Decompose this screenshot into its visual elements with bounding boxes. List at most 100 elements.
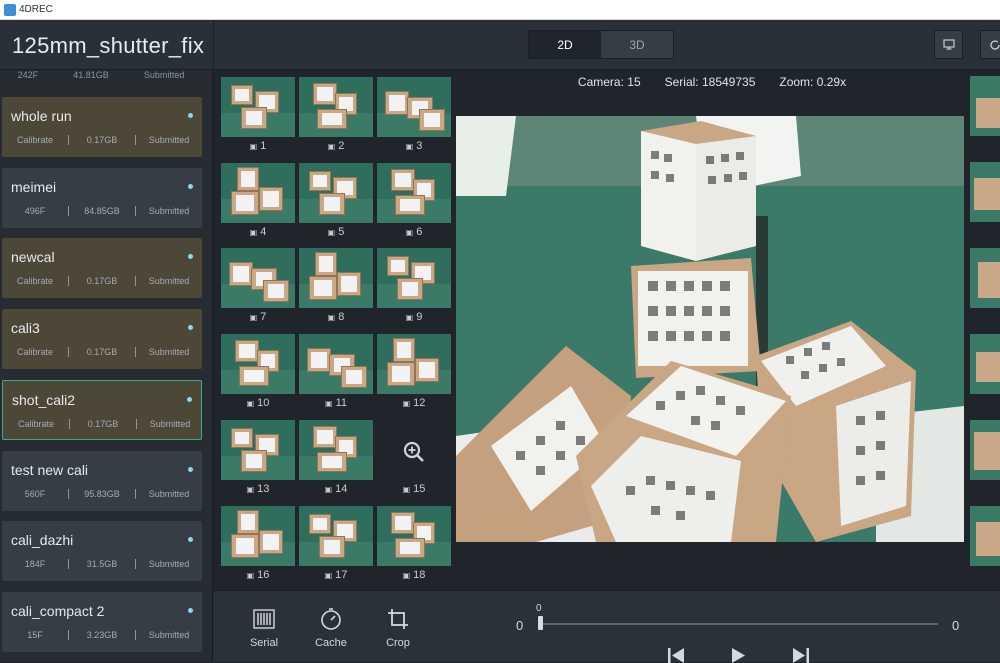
shot-stats: Calibrate0.17GBSubmitted (2, 347, 202, 357)
mode-2d-button[interactable]: 2D (529, 31, 601, 58)
camera-number-label: 6 (416, 226, 422, 238)
camera-thumbnail[interactable] (299, 77, 373, 137)
camera-label: ▣9 (377, 311, 451, 323)
window-titlebar: 4DREC (0, 0, 1000, 20)
calibration-cube (337, 272, 361, 296)
shot-card-newcal[interactable]: newcal Calibrate0.17GBSubmitted (2, 238, 202, 298)
shot-frames: 560F (2, 489, 68, 499)
status-dot (188, 467, 193, 472)
camera-label: ▣15 (377, 483, 451, 495)
camera-label: ▣7 (221, 311, 295, 323)
shot-status: Submitted (144, 70, 185, 80)
calibration-cube (393, 338, 415, 362)
shot-card-whole-run[interactable]: whole run Calibrate0.17GBSubmitted (2, 97, 202, 157)
calibration-cube (317, 452, 347, 472)
mode-3d-button[interactable]: 3D (601, 31, 673, 58)
shot-type: Calibrate (2, 135, 68, 145)
camera-thumbnail[interactable] (221, 420, 295, 480)
camera-thumbnail[interactable] (299, 248, 373, 308)
right-camera-strip[interactable] (968, 70, 1000, 590)
app-header: 125mm_shutter_fix 2D 3D (0, 20, 1000, 70)
camera-thumbnail[interactable] (970, 162, 1000, 222)
shot-size: 0.17GB (68, 347, 135, 357)
status-dot (188, 184, 193, 189)
camera-number-label: 3 (416, 140, 422, 152)
shot-card-cali-dazhi[interactable]: cali_dazhi 184F31.5GBSubmitted (2, 521, 202, 581)
camera-thumbnail[interactable] (221, 506, 295, 566)
camera-icon: ▣ (250, 313, 258, 322)
shot-list-sidebar[interactable]: 242F 41.81GB Submitted whole run Calibra… (0, 70, 213, 662)
camera-thumbnail[interactable] (299, 506, 373, 566)
camera-thumbnail[interactable] (970, 334, 1000, 394)
serial-tool-button[interactable]: Serial (239, 605, 289, 649)
status-dot (188, 325, 193, 330)
camera-label: ▣6 (377, 226, 451, 238)
camera-thumbnail[interactable] (377, 163, 451, 223)
timeline-handle[interactable] (538, 616, 543, 630)
shot-size: 0.17GB (69, 419, 136, 429)
shot-card-cali-compact-2[interactable]: cali_compact 2 15F3.23GBSubmitted (2, 592, 202, 652)
camera-thumbnail[interactable] (377, 334, 451, 394)
camera-thumbnail[interactable] (377, 77, 451, 137)
camera-thumbnail[interactable] (299, 420, 373, 480)
shot-card-shot-cali2[interactable]: shot_cali2 Calibrate0.17GBSubmitted (2, 380, 202, 440)
shot-size: 0.17GB (68, 135, 135, 145)
camera-icon: ▣ (250, 228, 258, 237)
camera-icon: ▣ (325, 485, 333, 494)
camera-number-label: 13 (257, 483, 269, 495)
camera-thumbnail[interactable] (221, 334, 295, 394)
shot-name: newcal (11, 249, 55, 265)
camera-thumbnail[interactable] (970, 248, 1000, 308)
camera-number-label: 4 (260, 226, 266, 238)
shot-size: 84.85GB (68, 206, 135, 216)
zoom-in-icon[interactable] (402, 440, 426, 464)
camera-thumbnail[interactable] (221, 163, 295, 223)
refresh-button[interactable] (980, 30, 1000, 59)
camera-icon: ▣ (247, 571, 255, 580)
camera-thumbnail[interactable] (299, 334, 373, 394)
camera-number-label: 15 (413, 483, 425, 495)
shot-name: cali_dazhi (11, 532, 73, 548)
calibration-cube (231, 428, 253, 448)
camera-icon: ▣ (406, 228, 414, 237)
camera-icon: ▣ (406, 142, 414, 151)
play-icon[interactable] (728, 646, 748, 663)
camera-serial: Serial: 18549735 (665, 75, 756, 89)
status-dot (188, 113, 193, 118)
cache-tool-label: Cache (315, 637, 347, 649)
camera-thumbnail[interactable] (970, 76, 1000, 136)
camera-label: ▣16 (221, 569, 295, 581)
camera-thumbnail[interactable] (970, 420, 1000, 480)
calibration-cube (319, 193, 345, 215)
calibration-cube (239, 366, 269, 386)
project-title: 125mm_shutter_fix (12, 33, 204, 59)
calibration-cube (313, 426, 337, 448)
camera-thumbnail[interactable] (970, 506, 1000, 566)
shot-stats: 15F3.23GBSubmitted (2, 630, 202, 640)
shot-card-meimei[interactable]: meimei 496F84.85GBSubmitted (2, 168, 202, 228)
bottom-toolbar: Serial Cache Crop 0 0 0 (213, 590, 1000, 662)
monitor-icon (943, 39, 955, 50)
shot-card-cali3[interactable]: cali3 Calibrate0.17GBSubmitted (2, 309, 202, 369)
timeline-track[interactable] (538, 623, 938, 625)
camera-icon: ▣ (328, 228, 336, 237)
camera-thumbnail[interactable] (377, 248, 451, 308)
shot-type: Calibrate (3, 419, 69, 429)
camera-thumbnail[interactable] (377, 506, 451, 566)
monitor-button[interactable] (934, 30, 963, 59)
shot-name: meimei (11, 179, 56, 195)
skip-forward-icon[interactable] (791, 646, 811, 663)
camera-number-label: 11 (336, 397, 347, 409)
skip-back-icon[interactable] (666, 646, 686, 663)
camera-thumbnail[interactable] (299, 163, 373, 223)
camera-thumbnail[interactable] (221, 77, 295, 137)
timeline-max-value: 0 (952, 618, 959, 633)
camera-thumbnail[interactable] (221, 248, 295, 308)
shot-card-test-new-cali[interactable]: test new cali 560F95.83GBSubmitted (2, 451, 202, 511)
camera-image[interactable] (456, 116, 964, 542)
shot-stats: Calibrate0.17GBSubmitted (3, 419, 203, 429)
shot-size: 41.81GB (73, 70, 109, 80)
crop-tool-button[interactable]: Crop (373, 605, 423, 649)
cache-tool-button[interactable]: Cache (306, 605, 356, 649)
camera-icon: ▣ (328, 313, 336, 322)
